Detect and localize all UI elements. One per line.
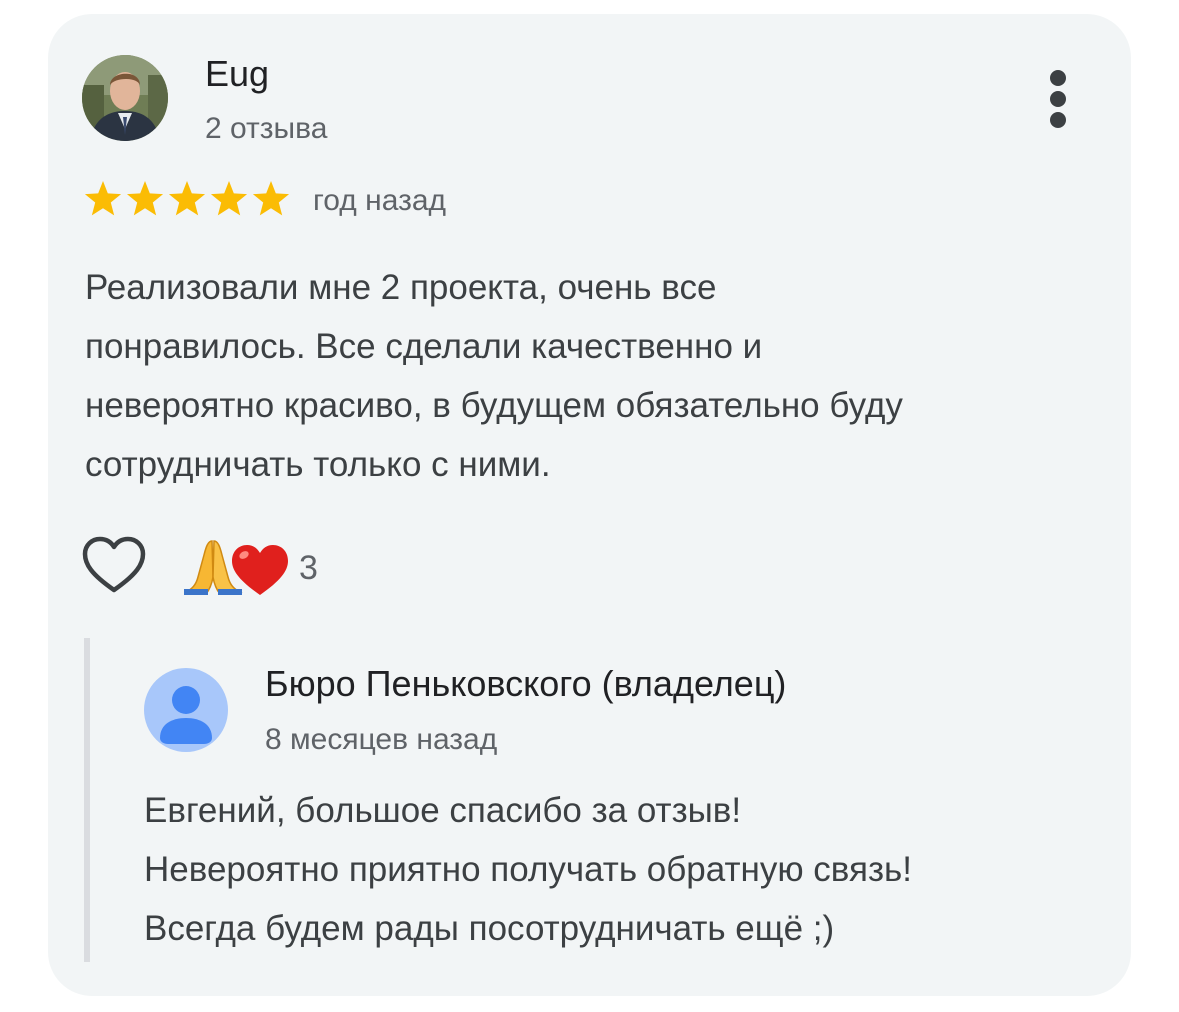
owner-reply: Бюро Пеньковского (владелец) 8 месяцев н… bbox=[84, 638, 1100, 962]
star-icon bbox=[168, 181, 206, 216]
star-icon bbox=[210, 181, 248, 216]
review-text: Реализовали мне 2 проекта, очень все пон… bbox=[85, 268, 903, 484]
author-name[interactable]: Eug bbox=[205, 52, 269, 96]
owner-reply-text: Евгений, большое спасибо за отзыв! Невер… bbox=[144, 791, 912, 948]
owner-reply-date: 8 месяцев назад bbox=[265, 723, 498, 756]
owner-name: Бюро Пеньковского (владелец) bbox=[265, 663, 787, 704]
folded-hands-emoji bbox=[183, 540, 243, 595]
more-options-icon[interactable] bbox=[1040, 66, 1076, 132]
author-avatar[interactable] bbox=[82, 55, 168, 141]
red-heart-emoji bbox=[232, 545, 288, 595]
star-icon bbox=[84, 181, 122, 216]
star-rating bbox=[82, 178, 292, 222]
reactions-emojis[interactable] bbox=[183, 537, 288, 597]
reaction-count: 3 bbox=[299, 549, 318, 587]
review-date: год назад bbox=[313, 184, 447, 217]
author-review-count: 2 отзыва bbox=[205, 112, 328, 145]
star-icon bbox=[126, 181, 164, 216]
owner-avatar-icon bbox=[144, 668, 228, 752]
heart-like-icon[interactable] bbox=[81, 536, 147, 596]
star-icon bbox=[252, 181, 290, 216]
